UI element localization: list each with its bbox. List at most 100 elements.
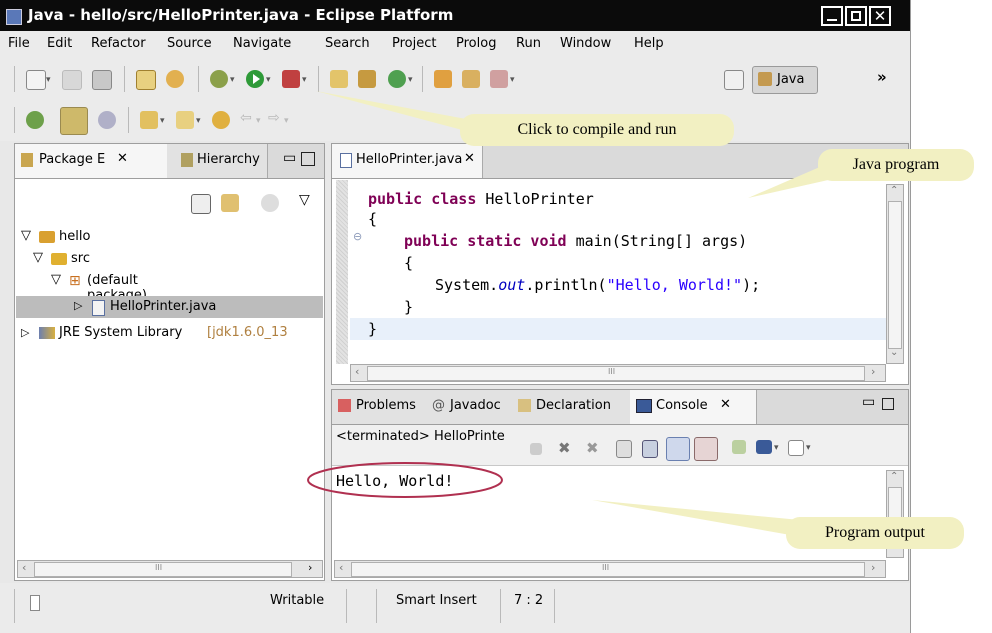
run-icon[interactable] bbox=[246, 70, 264, 88]
menu-window[interactable]: Window bbox=[560, 36, 611, 51]
console-output[interactable]: Hello, World! bbox=[336, 472, 453, 490]
scroll-left-icon[interactable]: ‹ bbox=[355, 365, 359, 378]
back-dropdown-icon[interactable]: ▾ bbox=[256, 116, 261, 126]
menu-refactor[interactable]: Refactor bbox=[91, 36, 146, 51]
external-tools-dropdown-icon[interactable]: ▾ bbox=[302, 75, 307, 85]
editor-horizontal-scrollbar[interactable]: ‹ III › bbox=[350, 364, 886, 382]
menu-help[interactable]: Help bbox=[634, 36, 664, 51]
code-line[interactable]: System.out.println("Hello, World!"); bbox=[435, 276, 760, 294]
external-tools-icon[interactable] bbox=[282, 70, 300, 88]
code-line[interactable]: { bbox=[404, 254, 413, 272]
close-tab-icon[interactable]: ✕ bbox=[117, 151, 128, 166]
previous-annotation-dropdown-icon[interactable]: ▾ bbox=[196, 116, 201, 126]
expanded-arrow-icon[interactable]: ▽ bbox=[33, 250, 43, 265]
code-line[interactable]: public class HelloPrinter bbox=[368, 190, 594, 208]
back-icon[interactable]: ⇦ bbox=[240, 110, 252, 126]
new-class-icon[interactable] bbox=[358, 70, 376, 88]
save-icon[interactable] bbox=[62, 70, 82, 90]
display-console-dropdown-icon[interactable]: ▾ bbox=[774, 443, 779, 453]
scroll-lock-icon[interactable] bbox=[642, 440, 658, 458]
tab-declaration[interactable]: Declaration bbox=[512, 390, 631, 424]
scroll-right-icon[interactable]: › bbox=[871, 365, 875, 378]
display-console-icon[interactable] bbox=[756, 440, 772, 454]
print-icon[interactable] bbox=[92, 70, 112, 90]
tab-hierarchy[interactable]: Hierarchy bbox=[167, 144, 268, 178]
forward-icon[interactable]: ⇨ bbox=[268, 110, 280, 126]
scroll-left-icon[interactable]: ‹ bbox=[339, 561, 343, 574]
tree-item-jre-library[interactable]: ▷ JRE System Library [jdk1.6.0_13 bbox=[21, 324, 321, 344]
tab-console[interactable]: Console ✕ bbox=[630, 390, 757, 424]
open-console-icon[interactable] bbox=[788, 440, 804, 456]
maximize-view-icon[interactable] bbox=[301, 152, 315, 166]
menu-prolog[interactable]: Prolog bbox=[456, 36, 496, 51]
forward-dropdown-icon[interactable]: ▾ bbox=[284, 116, 289, 126]
search-dropdown-icon[interactable]: ▾ bbox=[510, 75, 515, 85]
console-horizontal-scrollbar[interactable]: ‹ III › bbox=[334, 560, 886, 578]
code-line[interactable]: } bbox=[368, 320, 377, 338]
collapse-all-icon[interactable] bbox=[191, 194, 211, 214]
close-tab-icon[interactable]: ✕ bbox=[720, 397, 731, 412]
close-window-button[interactable]: ✕ bbox=[869, 6, 891, 26]
show-on-stdout-icon[interactable] bbox=[666, 437, 690, 461]
open-type-icon[interactable] bbox=[136, 70, 156, 90]
menu-navigate[interactable]: Navigate bbox=[233, 36, 291, 51]
minimize-view-icon[interactable]: ▭ bbox=[862, 394, 875, 410]
scroll-right-icon[interactable]: › bbox=[871, 561, 875, 574]
tab-helloprinter-java[interactable]: HelloPrinter.java ✕ bbox=[332, 144, 483, 178]
scroll-down-icon[interactable]: ⌄ bbox=[890, 347, 898, 358]
scroll-right-icon[interactable]: › bbox=[308, 561, 312, 574]
view-menu-icon[interactable]: ▽ bbox=[299, 192, 310, 208]
focus-task-icon[interactable] bbox=[261, 194, 279, 212]
scroll-left-icon[interactable]: ‹ bbox=[22, 561, 26, 574]
menu-file[interactable]: File bbox=[8, 36, 30, 51]
next-annotation-icon[interactable] bbox=[140, 111, 158, 129]
tree-item-helloprinter-selected[interactable]: ▷ HelloPrinter.java bbox=[16, 296, 323, 318]
open-perspective-icon[interactable] bbox=[724, 70, 744, 90]
menu-project[interactable]: Project bbox=[392, 36, 436, 51]
scroll-up-icon[interactable]: ⌃ bbox=[890, 185, 898, 196]
link-with-editor-icon[interactable] bbox=[221, 194, 239, 212]
code-line[interactable]: } bbox=[404, 298, 413, 316]
clear-console-icon[interactable] bbox=[616, 440, 632, 458]
menu-search[interactable]: Search bbox=[325, 36, 370, 51]
maximize-button[interactable] bbox=[845, 6, 867, 26]
close-tab-icon[interactable]: ✕ bbox=[464, 151, 475, 166]
open-folder-icon[interactable] bbox=[462, 70, 480, 88]
show-on-stderr-icon[interactable] bbox=[694, 437, 718, 461]
remove-launch-icon[interactable]: ✖ bbox=[558, 439, 571, 457]
minimize-button[interactable] bbox=[821, 6, 843, 26]
terminate-icon[interactable] bbox=[530, 443, 542, 455]
maximize-view-icon[interactable] bbox=[882, 398, 894, 410]
debug-dropdown-icon[interactable]: ▾ bbox=[230, 75, 235, 85]
toolbar-overflow-icon[interactable]: » bbox=[877, 68, 887, 86]
previous-annotation-icon[interactable] bbox=[176, 111, 194, 129]
expanded-arrow-icon[interactable]: ▽ bbox=[51, 272, 61, 287]
new-class-dropdown-icon[interactable]: ▾ bbox=[408, 75, 413, 85]
tab-javadoc[interactable]: @ Javadoc bbox=[424, 390, 513, 424]
pin-console-icon[interactable] bbox=[732, 440, 746, 454]
minimize-view-icon[interactable]: ▭ bbox=[283, 150, 296, 166]
new-class-wizard-icon[interactable] bbox=[388, 70, 406, 88]
code-line[interactable]: { bbox=[368, 210, 377, 228]
last-edit-location-icon[interactable] bbox=[212, 111, 230, 129]
new-java-project-icon[interactable] bbox=[166, 70, 184, 88]
new-package-icon[interactable] bbox=[330, 70, 348, 88]
collapsed-arrow-icon[interactable]: ▷ bbox=[21, 326, 29, 339]
next-annotation-dropdown-icon[interactable]: ▾ bbox=[160, 116, 165, 126]
tab-package-explorer[interactable]: Package E ✕ bbox=[15, 144, 168, 178]
expanded-arrow-icon[interactable]: ▽ bbox=[21, 228, 31, 243]
open-project-icon[interactable] bbox=[434, 70, 452, 88]
scroll-up-icon[interactable]: ⌃ bbox=[890, 471, 898, 482]
open-console-dropdown-icon[interactable]: ▾ bbox=[806, 443, 811, 453]
scrollbar-thumb[interactable] bbox=[888, 201, 902, 349]
scrollbar-thumb[interactable]: III bbox=[351, 562, 865, 577]
tab-problems[interactable]: Problems bbox=[332, 390, 425, 424]
new-dropdown-icon[interactable]: ▾ bbox=[46, 75, 51, 85]
new-icon[interactable] bbox=[26, 70, 46, 90]
remove-all-terminated-icon[interactable]: ✖ bbox=[586, 439, 599, 457]
fold-icon[interactable]: ⊖ bbox=[353, 230, 362, 243]
menu-source[interactable]: Source bbox=[167, 36, 212, 51]
debug-icon[interactable] bbox=[210, 70, 228, 88]
horizontal-scrollbar[interactable]: ‹ III › bbox=[17, 560, 323, 578]
mark-occurrences-icon[interactable] bbox=[60, 107, 88, 135]
